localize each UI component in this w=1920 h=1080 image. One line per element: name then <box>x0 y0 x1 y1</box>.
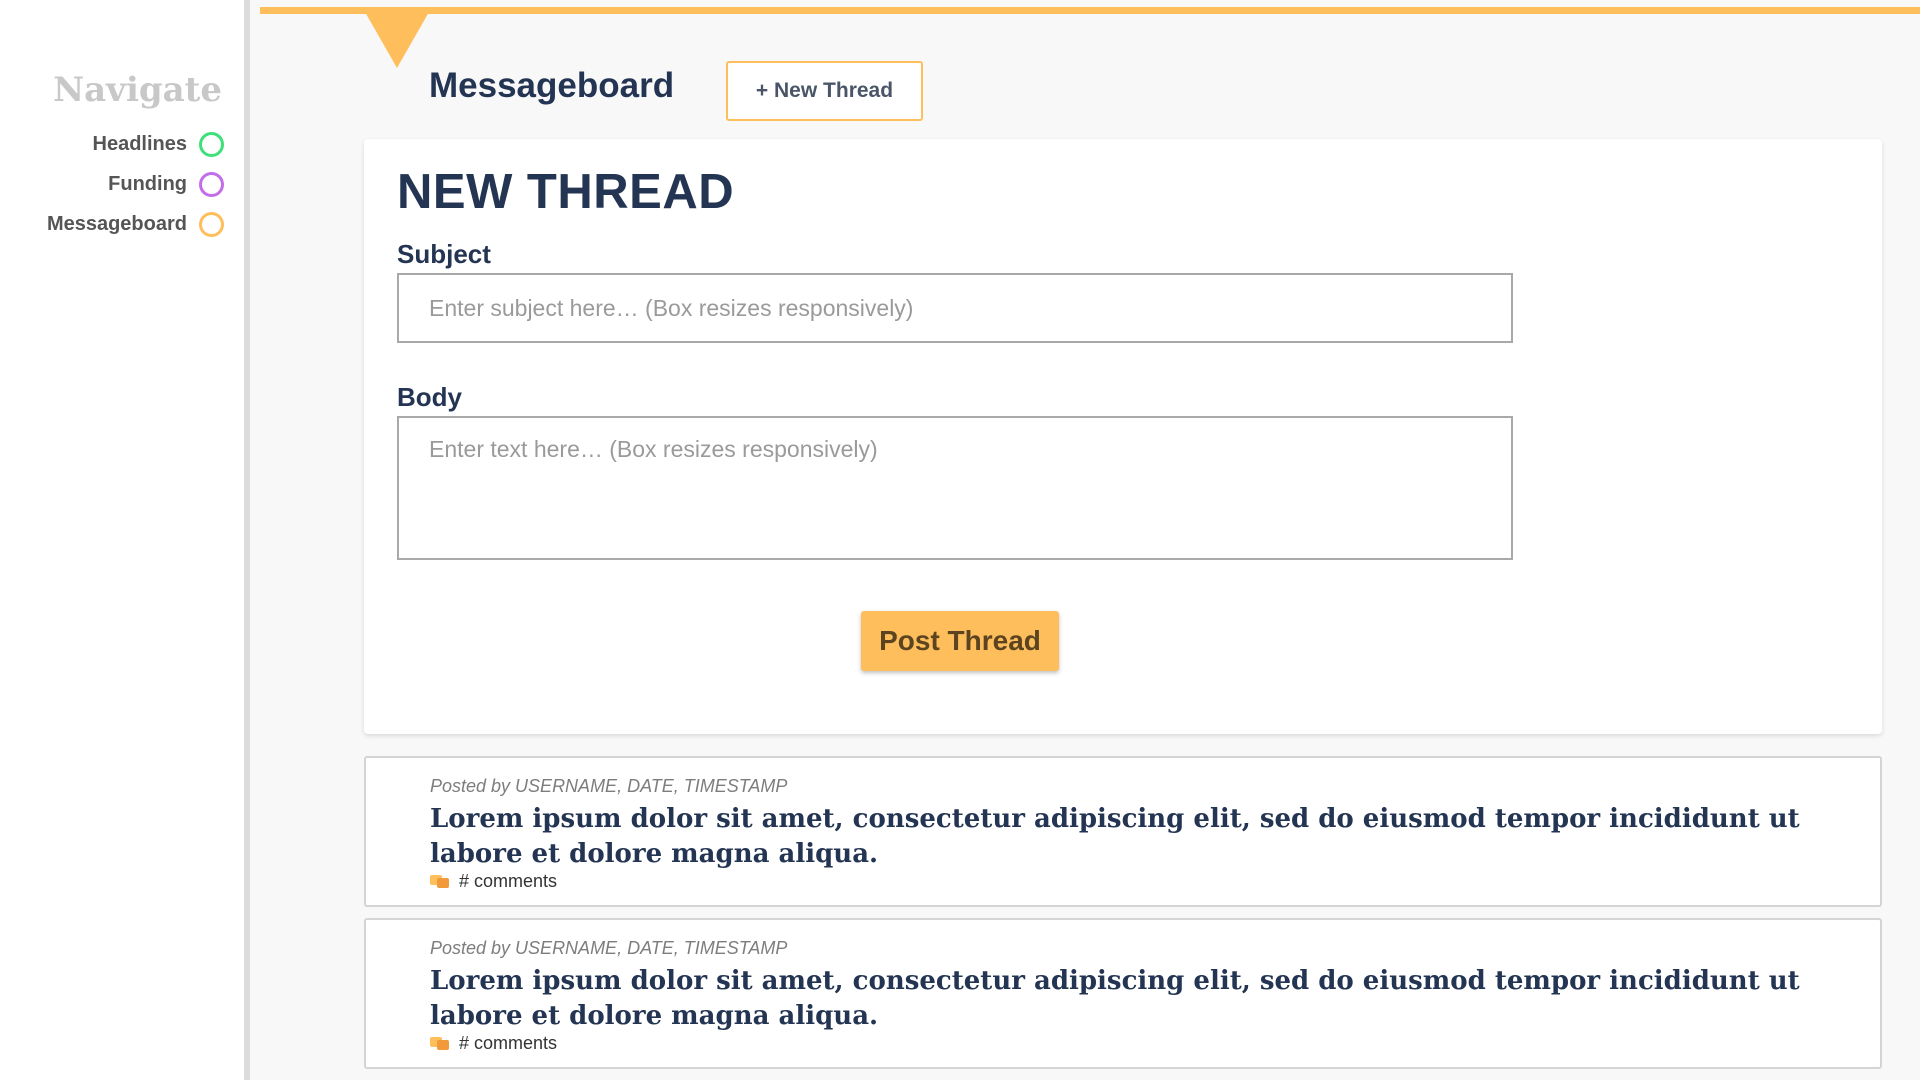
circle-icon <box>199 171 224 197</box>
comments-count: # comments <box>459 1033 558 1053</box>
circle-icon <box>199 211 224 237</box>
new-thread-form: NEW THREAD Subject Body Post Thread <box>364 139 1882 734</box>
top-accent-bar <box>260 7 1920 14</box>
thread-meta: Posted by USERNAME, DATE, TIMESTAMP <box>430 938 788 958</box>
sidebar-title: Navigate <box>53 70 222 110</box>
sidebar-item-label: Messageboard <box>46 212 187 235</box>
comment-bubbles-icon <box>430 1036 449 1051</box>
sidebar-item-label: Headlines <box>92 132 187 155</box>
circle-icon <box>199 131 224 157</box>
subject-input[interactable] <box>397 273 1513 343</box>
subject-label: Subject <box>397 239 491 269</box>
new-thread-button[interactable]: + New Thread <box>726 61 923 121</box>
thread-comments-link[interactable]: # comments <box>430 1033 557 1054</box>
thread-card[interactable]: Posted by USERNAME, DATE, TIMESTAMP Lore… <box>364 756 1882 907</box>
sidebar-item-messageboard[interactable]: Messageboard <box>47 204 224 244</box>
comment-bubbles-icon <box>430 874 449 889</box>
thread-title[interactable]: Lorem ipsum dolor sit amet, consectetur … <box>430 964 1850 1034</box>
post-thread-button[interactable]: Post Thread <box>861 611 1059 671</box>
sidebar-nav: Headlines Funding Messageboard <box>47 124 224 244</box>
sidebar-item-headlines[interactable]: Headlines <box>47 124 224 164</box>
body-textarea[interactable] <box>397 416 1513 560</box>
sidebar-item-label: Funding <box>108 172 187 195</box>
thread-card[interactable]: Posted by USERNAME, DATE, TIMESTAMP Lore… <box>364 918 1882 1069</box>
comments-count: # comments <box>459 871 558 891</box>
sidebar-item-funding[interactable]: Funding <box>47 164 224 204</box>
active-section-marker <box>365 12 429 68</box>
page-title: Messageboard <box>429 66 675 105</box>
sidebar: Navigate Headlines Funding Messageboard <box>0 0 250 1080</box>
thread-comments-link[interactable]: # comments <box>430 871 557 892</box>
thread-meta: Posted by USERNAME, DATE, TIMESTAMP <box>430 776 788 796</box>
body-label: Body <box>397 382 462 412</box>
form-heading: NEW THREAD <box>397 165 735 219</box>
thread-title[interactable]: Lorem ipsum dolor sit amet, consectetur … <box>430 802 1850 872</box>
